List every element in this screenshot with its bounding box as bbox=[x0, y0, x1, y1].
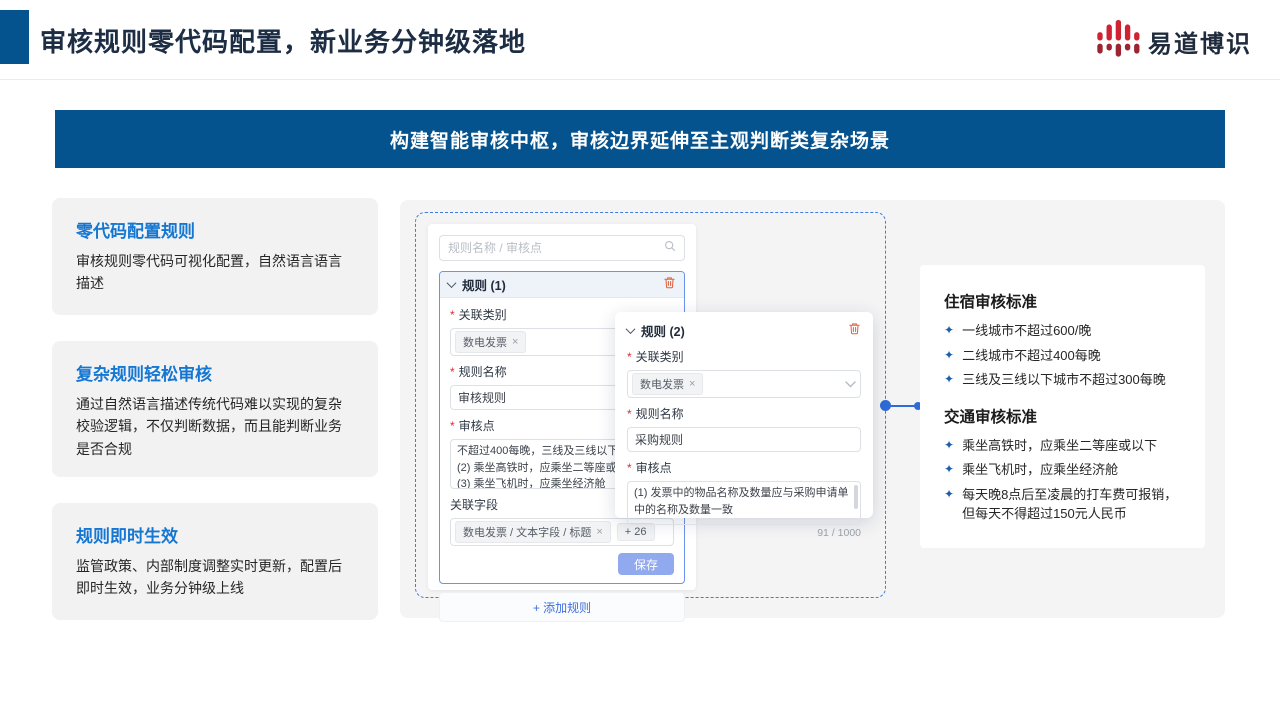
scrollbar-thumb[interactable] bbox=[854, 485, 858, 509]
rule-name-label: 规则名称 bbox=[627, 405, 861, 422]
tag-close-icon[interactable]: × bbox=[596, 526, 602, 538]
transport-standards-title: 交通审核标准 bbox=[944, 405, 1181, 427]
standard-item: ✦ 一线城市不超过600/晚 bbox=[944, 321, 1181, 341]
rule-1-header[interactable]: 规则 (1) bbox=[440, 272, 684, 298]
audit-standards-card: 住宿审核标准 ✦ 一线城市不超过600/晚 ✦ 二线城市不超过400每晚 ✦ 三… bbox=[920, 265, 1205, 548]
collapse-chevron-icon[interactable] bbox=[447, 278, 457, 288]
delete-rule-icon[interactable] bbox=[848, 322, 861, 340]
standard-item: ✦ 二线城市不超过400每晚 bbox=[944, 346, 1181, 366]
field-tag[interactable]: 数电发票 / 文本字段 / 标题 × bbox=[455, 521, 611, 543]
lodging-standards-title: 住宿审核标准 bbox=[944, 290, 1181, 312]
add-rule-strip[interactable]: + 添加规则 bbox=[439, 592, 685, 622]
audit-text: (1) 发票中的物品名称及数量应与采购申请单中的名称及数量一致 bbox=[634, 485, 854, 518]
standard-item: ✦ 每天晚8点后至凌晨的打车费可报销，但每天不得超过150元人民币 bbox=[944, 485, 1181, 524]
feature-card-zero-code: 零代码配置规则 审核规则零代码可视化配置，自然语言语言描述 bbox=[52, 198, 378, 315]
audit-points-label: 审核点 bbox=[627, 459, 861, 476]
category-tag[interactable]: 数电发票 × bbox=[455, 331, 526, 353]
star-bullet-icon: ✦ bbox=[944, 321, 954, 341]
chevron-down-icon[interactable] bbox=[845, 375, 856, 393]
rule-search-box[interactable] bbox=[439, 235, 685, 261]
slide: 审核规则零代码配置，新业务分钟级落地 易道博识 构建智能 bbox=[0, 0, 1280, 720]
rule-2-title: 规则 (2) bbox=[641, 321, 738, 340]
category-select[interactable]: 数电发票 × bbox=[627, 370, 861, 398]
rule-search-input[interactable] bbox=[448, 241, 658, 255]
tag-close-icon[interactable]: × bbox=[689, 378, 695, 390]
rule-1-title: 规则 (1) bbox=[462, 275, 656, 294]
feature-title: 规则即时生效 bbox=[76, 522, 354, 547]
feature-title: 零代码配置规则 bbox=[76, 217, 354, 242]
rule-2-header[interactable]: 规则 (2) bbox=[627, 321, 861, 340]
delete-rule-icon[interactable] bbox=[663, 276, 676, 294]
star-bullet-icon: ✦ bbox=[944, 436, 954, 456]
star-bullet-icon: ✦ bbox=[944, 346, 954, 366]
feature-card-instant-effect: 规则即时生效 监管政策、内部制度调整实时更新，配置后即时生效，业务分钟级上线 bbox=[52, 503, 378, 620]
brand-name: 易道博识 bbox=[1148, 24, 1252, 59]
tag-close-icon[interactable]: × bbox=[512, 336, 518, 348]
star-bullet-icon: ✦ bbox=[944, 370, 954, 390]
feature-title: 复杂规则轻松审核 bbox=[76, 360, 354, 385]
standard-item: ✦ 乘坐高铁时，应乘坐二等座或以下 bbox=[944, 436, 1181, 456]
rule-2-popup: 规则 (2) 关联类别 数电发票 × bbox=[615, 312, 873, 518]
add-rule-button[interactable]: + 添加规则 bbox=[533, 599, 591, 616]
audit-points-textarea[interactable]: (1) 发票中的物品名称及数量应与采购申请单中的名称及数量一致 bbox=[627, 481, 861, 525]
char-counter: 91 / 1000 bbox=[627, 527, 861, 539]
feature-card-complex-rules: 复杂规则轻松审核 通过自然语言描述传统代码难以实现的复杂校验逻辑，不仅判断数据，… bbox=[52, 341, 378, 477]
main-panel: 规则 (1) 关联类别 数电发票 × 规则名 bbox=[400, 200, 1225, 618]
standard-item: ✦ 乘坐飞机时，应乘坐经济舱 bbox=[944, 460, 1181, 480]
save-row: 保存 bbox=[450, 553, 674, 575]
collapse-chevron-icon[interactable] bbox=[626, 324, 636, 334]
category-tag[interactable]: 数电发票 × bbox=[632, 373, 703, 395]
brand-logo: 易道博识 bbox=[1095, 16, 1252, 67]
header-accent-bar bbox=[0, 10, 29, 64]
standard-item: ✦ 三线及三线以下城市不超过300每晚 bbox=[944, 370, 1181, 390]
banner-text: 构建智能审核中枢，审核边界延伸至主观判断类复杂场景 bbox=[390, 126, 890, 153]
feature-desc: 通过自然语言描述传统代码难以实现的复杂校验逻辑，不仅判断数据，而且能判断业务是否… bbox=[76, 393, 354, 460]
page-title: 审核规则零代码配置，新业务分钟级落地 bbox=[40, 22, 526, 59]
header: 审核规则零代码配置，新业务分钟级落地 易道博识 bbox=[0, 0, 1280, 80]
star-bullet-icon: ✦ bbox=[944, 485, 954, 524]
star-bullet-icon: ✦ bbox=[944, 460, 954, 480]
section-banner: 构建智能审核中枢，审核边界延伸至主观判断类复杂场景 bbox=[55, 110, 1225, 168]
rule-name-input[interactable] bbox=[627, 427, 861, 452]
save-button[interactable]: 保存 bbox=[618, 553, 674, 575]
feature-desc: 审核规则零代码可视化配置，自然语言语言描述 bbox=[76, 250, 354, 295]
search-icon bbox=[664, 239, 676, 257]
soundwave-logo-icon bbox=[1095, 16, 1141, 67]
feature-desc: 监管政策、内部制度调整实时更新，配置后即时生效，业务分钟级上线 bbox=[76, 555, 354, 600]
category-label: 关联类别 bbox=[627, 348, 861, 365]
